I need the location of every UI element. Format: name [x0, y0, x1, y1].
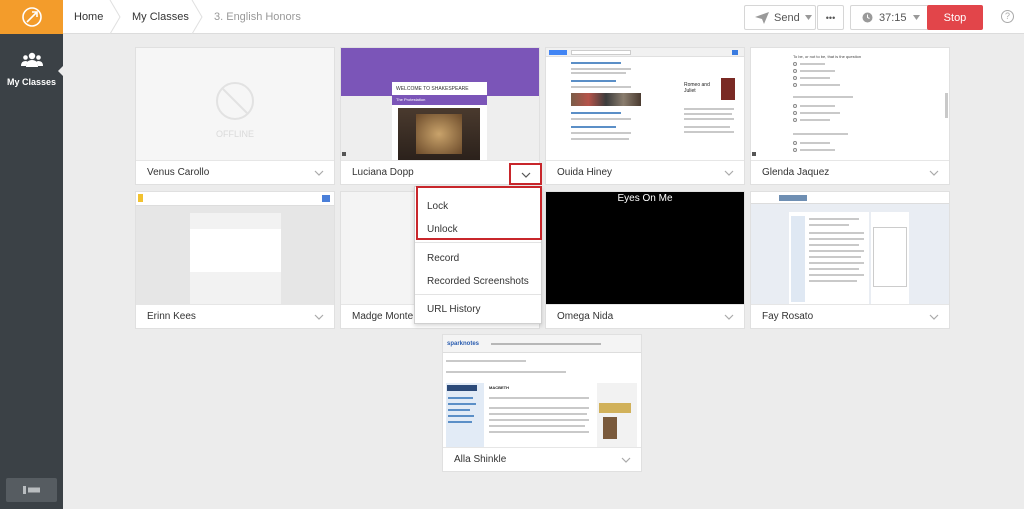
screen-thumbnail[interactable]: sparknotes MACBETH: [443, 335, 641, 447]
student-tile[interactable]: Romeo and Juliet Ouida Hiney: [545, 47, 745, 185]
offline-icon: [216, 82, 254, 120]
breadcrumb-current: 3. English Honors: [214, 11, 301, 23]
tile-footer: Alla Shinkle: [443, 447, 641, 471]
screen-thumbnail[interactable]: WELCOME TO SHAKESPEARE The Protestation: [341, 48, 539, 160]
more-button[interactable]: •••: [817, 5, 844, 30]
tile-footer: Fay Rosato: [751, 304, 949, 328]
student-tile[interactable]: Fay Rosato: [750, 191, 950, 329]
active-pointer: [58, 66, 63, 76]
screen-thumbnail[interactable]: OFFLINE: [136, 48, 334, 160]
student-name: Alla Shinkle: [454, 454, 507, 465]
tile-footer: Ouida Hiney: [546, 160, 744, 184]
student-name: Madge Monte: [352, 311, 414, 322]
student-tile[interactable]: sparknotes MACBETH Alla Shinkle: [442, 334, 642, 472]
chevron-down-icon: [912, 15, 920, 20]
screen-heading: WELCOME TO SHAKESPEARE: [396, 86, 469, 92]
send-label: Send: [774, 11, 800, 24]
screen-subheading: The Protestation: [396, 97, 426, 102]
student-name: Glenda Jaquez: [762, 167, 830, 178]
menu-item-url-history[interactable]: URL History: [427, 304, 481, 315]
users-icon: [20, 52, 43, 67]
breadcrumb-home[interactable]: Home: [74, 0, 103, 34]
sidebar-item-my-classes[interactable]: My Classes: [0, 52, 63, 87]
tile-menu-button-highlighted[interactable]: [509, 163, 542, 185]
student-tile[interactable]: OFFLINE Venus Carollo: [135, 47, 335, 185]
screen-thumbnail[interactable]: [751, 192, 949, 304]
screen-heading: sparknotes: [447, 341, 480, 347]
menu-item-record[interactable]: Record: [427, 253, 459, 264]
stop-button[interactable]: Stop: [927, 5, 983, 30]
student-name: Omega Nida: [557, 311, 614, 322]
tile-footer: Venus Carollo: [136, 160, 334, 184]
offline-label: OFFLINE: [215, 129, 254, 139]
send-icon: [755, 11, 769, 24]
breadcrumb-separator-icon: [191, 0, 203, 34]
student-name: Luciana Dopp: [352, 167, 414, 178]
chevron-down-icon[interactable]: [929, 313, 939, 321]
lock-unlock-highlight: [416, 186, 542, 240]
timer-button[interactable]: 37:15: [850, 5, 930, 30]
more-icon: •••: [825, 12, 836, 23]
student-name: Venus Carollo: [147, 167, 210, 178]
screen-heading: To be, or not to be, that is the questio…: [793, 54, 862, 59]
screen-thumbnail[interactable]: [136, 192, 334, 304]
screen-thumbnail[interactable]: Romeo and Juliet: [546, 48, 744, 160]
top-bar: Home My Classes 3. English Honors Send •…: [63, 0, 1024, 34]
breadcrumb-separator-icon: [109, 0, 121, 34]
clock-icon: [862, 12, 873, 23]
student-tile[interactable]: To be, or not to be, that is the questio…: [750, 47, 950, 185]
student-name: Fay Rosato: [762, 311, 814, 322]
sidebar-toggle-button[interactable]: [6, 478, 57, 502]
send-button[interactable]: Send: [744, 5, 816, 30]
screen-subheading: MACBETH: [489, 385, 509, 390]
screen-thumbnail[interactable]: Eyes On Me: [546, 192, 744, 304]
logo-icon: [21, 7, 42, 27]
chevron-down-icon: [521, 172, 531, 178]
chevron-down-icon[interactable]: [724, 313, 734, 321]
chevron-down-icon[interactable]: [314, 313, 324, 321]
chevron-down-icon[interactable]: [621, 456, 631, 464]
tile-footer: Omega Nida: [546, 304, 744, 328]
sidebar-item-label: My Classes: [6, 77, 57, 87]
student-tile[interactable]: Eyes On Me Omega Nida: [545, 191, 745, 329]
chevron-down-icon[interactable]: [724, 169, 734, 177]
tile-footer: Erinn Kees: [136, 304, 334, 328]
student-tile[interactable]: Erinn Kees: [135, 191, 335, 329]
student-name: Ouida Hiney: [557, 167, 613, 178]
chevron-down-icon[interactable]: [929, 169, 939, 177]
screen-thumbnail[interactable]: To be, or not to be, that is the questio…: [751, 48, 949, 160]
collapse-icon: [22, 486, 40, 494]
menu-item-recorded-screenshots[interactable]: Recorded Screenshots: [427, 276, 529, 287]
timer-value: 37:15: [879, 11, 907, 24]
screen-heading: Romeo and Juliet: [684, 82, 710, 94]
breadcrumb-my-classes[interactable]: My Classes: [132, 0, 189, 34]
logo[interactable]: [0, 0, 63, 34]
menu-divider: [415, 242, 541, 243]
sidebar: My Classes: [0, 0, 63, 509]
menu-divider: [415, 294, 541, 295]
screen-heading: Eyes On Me: [617, 193, 673, 204]
chevron-down-icon[interactable]: [314, 169, 324, 177]
chevron-down-icon: [804, 15, 812, 20]
help-icon[interactable]: ?: [1001, 10, 1014, 23]
student-name: Erinn Kees: [147, 311, 196, 322]
tile-footer: Glenda Jaquez: [751, 160, 949, 184]
